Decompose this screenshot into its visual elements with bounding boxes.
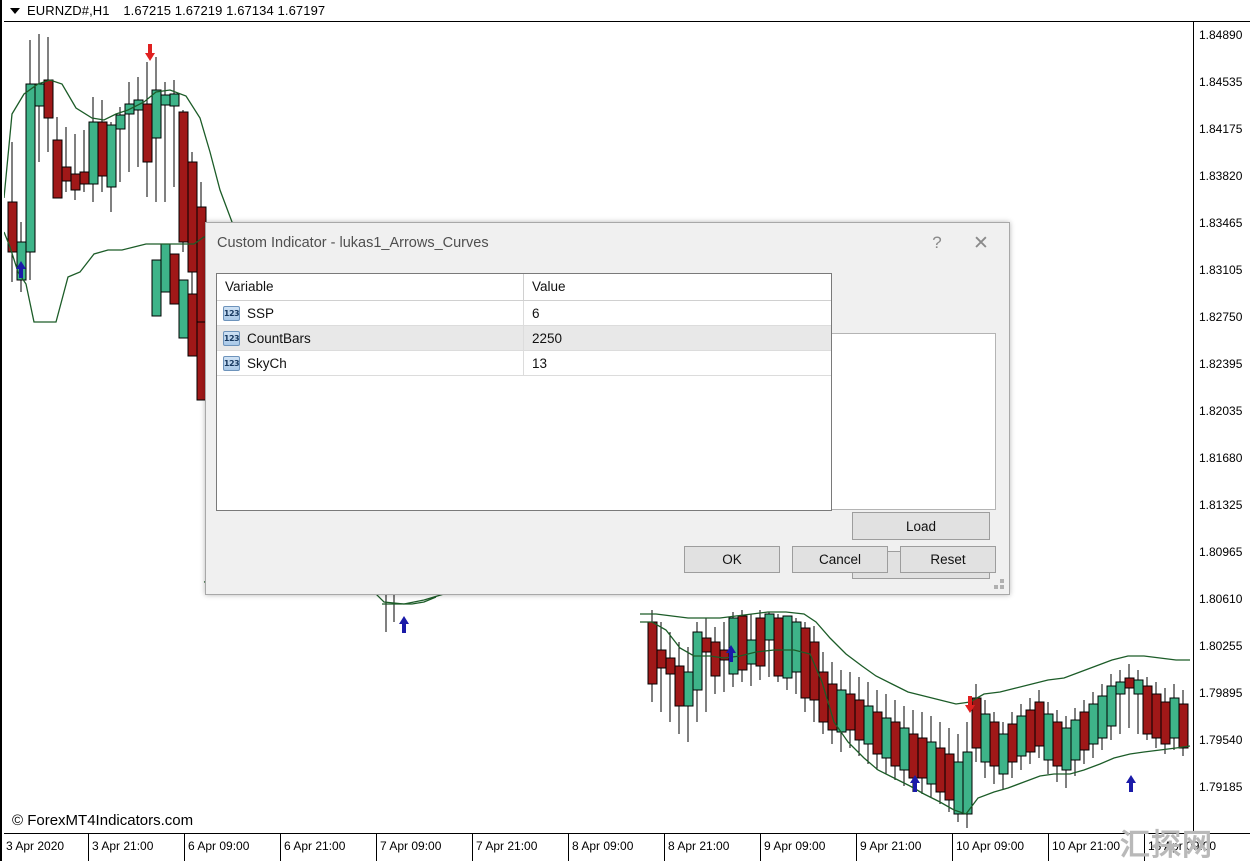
price-tick: 1.80610 — [1199, 592, 1242, 606]
price-tick: 1.79540 — [1199, 733, 1242, 747]
candles-group — [8, 34, 206, 400]
time-axis[interactable]: 3 Apr 2020 3 Apr 21:00 6 Apr 09:00 6 Apr… — [4, 833, 1250, 861]
buy-arrow-icon — [1126, 775, 1136, 792]
resize-grip[interactable] — [994, 579, 1006, 591]
cancel-button[interactable]: Cancel — [792, 546, 888, 573]
price-tick: 1.83465 — [1199, 216, 1242, 230]
price-axis[interactable]: 1.84890 1.84535 1.84175 1.83820 1.83465 … — [1193, 22, 1250, 833]
symbol-label: EURNZD#,H1 — [27, 3, 110, 18]
variable-cell: 123 SSP — [217, 301, 523, 325]
time-tick: 9 Apr 21:00 — [860, 839, 921, 853]
time-tick: 6 Apr 21:00 — [284, 839, 345, 853]
price-tick: 1.80255 — [1199, 639, 1242, 653]
time-tick: 3 Apr 2020 — [6, 839, 64, 853]
time-tick: 9 Apr 09:00 — [764, 839, 825, 853]
price-tick: 1.84175 — [1199, 122, 1242, 136]
variable-name: SkyCh — [247, 356, 287, 371]
time-tick: 7 Apr 21:00 — [476, 839, 537, 853]
table-row[interactable]: 123 SkyCh 13 — [217, 351, 831, 376]
dialog-footer: OK Cancel Reset — [206, 536, 1009, 594]
numeric-type-icon: 123 — [223, 356, 240, 371]
dialog-title: Custom Indicator - lukas1_Arrows_Curves — [217, 235, 489, 251]
quote-bar: EURNZD#,H1 1.67215 1.67219 1.67134 1.671… — [4, 0, 1250, 22]
custom-indicator-dialog: Custom Indicator - lukas1_Arrows_Curves … — [205, 222, 1010, 595]
help-icon[interactable]: ? — [915, 228, 959, 258]
buy-arrow-icon — [399, 616, 409, 633]
variable-cell: 123 SkyCh — [217, 351, 523, 375]
price-tick: 1.84890 — [1199, 28, 1242, 42]
quote-text: EURNZD#,H1 1.67215 1.67219 1.67134 1.671… — [27, 3, 325, 18]
price-tick: 1.81325 — [1199, 498, 1242, 512]
chart-menu-caret-icon[interactable] — [10, 8, 20, 14]
time-tick: 10 Apr 09:00 — [956, 839, 1024, 853]
time-tick: 10 Apr 21:00 — [1052, 839, 1120, 853]
table-row[interactable]: 123 CountBars 2250 — [217, 326, 831, 351]
price-tick: 1.82750 — [1199, 310, 1242, 324]
price-tick: 1.80965 — [1199, 545, 1242, 559]
column-header-variable: Variable — [217, 274, 523, 300]
time-tick: 8 Apr 21:00 — [668, 839, 729, 853]
variable-name: SSP — [247, 306, 274, 321]
time-tick: 7 Apr 09:00 — [380, 839, 441, 853]
price-tick: 1.83105 — [1199, 263, 1242, 277]
numeric-type-icon: 123 — [223, 306, 240, 321]
time-tick: 8 Apr 09:00 — [572, 839, 633, 853]
time-tick: 6 Apr 09:00 — [188, 839, 249, 853]
price-tick: 1.79185 — [1199, 780, 1242, 794]
sell-arrow-icon — [145, 44, 155, 61]
table-header-row: Variable Value — [217, 274, 831, 301]
dialog-body: About Common Inputs Colors Visualization… — [206, 263, 1009, 594]
variable-name: CountBars — [247, 331, 311, 346]
value-cell[interactable]: 2250 — [523, 326, 831, 350]
price-tick: 1.82395 — [1199, 357, 1242, 371]
price-tick: 1.79895 — [1199, 686, 1242, 700]
close-icon[interactable]: ✕ — [959, 228, 1003, 258]
copyright-label: © ForexMT4Indicators.com — [12, 812, 193, 829]
value-cell[interactable]: 6 — [523, 301, 831, 325]
numeric-type-icon: 123 — [223, 331, 240, 346]
variable-cell: 123 CountBars — [217, 326, 523, 350]
ok-button[interactable]: OK — [684, 546, 780, 573]
time-tick: 3 Apr 21:00 — [92, 839, 153, 853]
column-header-value: Value — [523, 274, 831, 300]
reset-button[interactable]: Reset — [900, 546, 996, 573]
price-tick: 1.82035 — [1199, 404, 1242, 418]
ohlc-values: 1.67215 1.67219 1.67134 1.67197 — [123, 3, 325, 18]
right-candles-b — [819, 652, 972, 828]
site-watermark: 汇探网 — [1120, 820, 1213, 861]
dialog-title-bar: Custom Indicator - lukas1_Arrows_Curves … — [206, 223, 1009, 263]
parameters-table[interactable]: Variable Value 123 SSP 6 123 CountBars 2 — [216, 273, 832, 511]
right-candles-a — [648, 610, 819, 742]
price-tick: 1.81680 — [1199, 451, 1242, 465]
table-row[interactable]: 123 SSP 6 — [217, 301, 831, 326]
value-cell[interactable]: 13 — [523, 351, 831, 375]
price-tick: 1.83820 — [1199, 169, 1242, 183]
mt4-chart-window: EURNZD#,H1 1.67215 1.67219 1.67134 1.671… — [0, 0, 1250, 861]
price-tick: 1.84535 — [1199, 75, 1242, 89]
